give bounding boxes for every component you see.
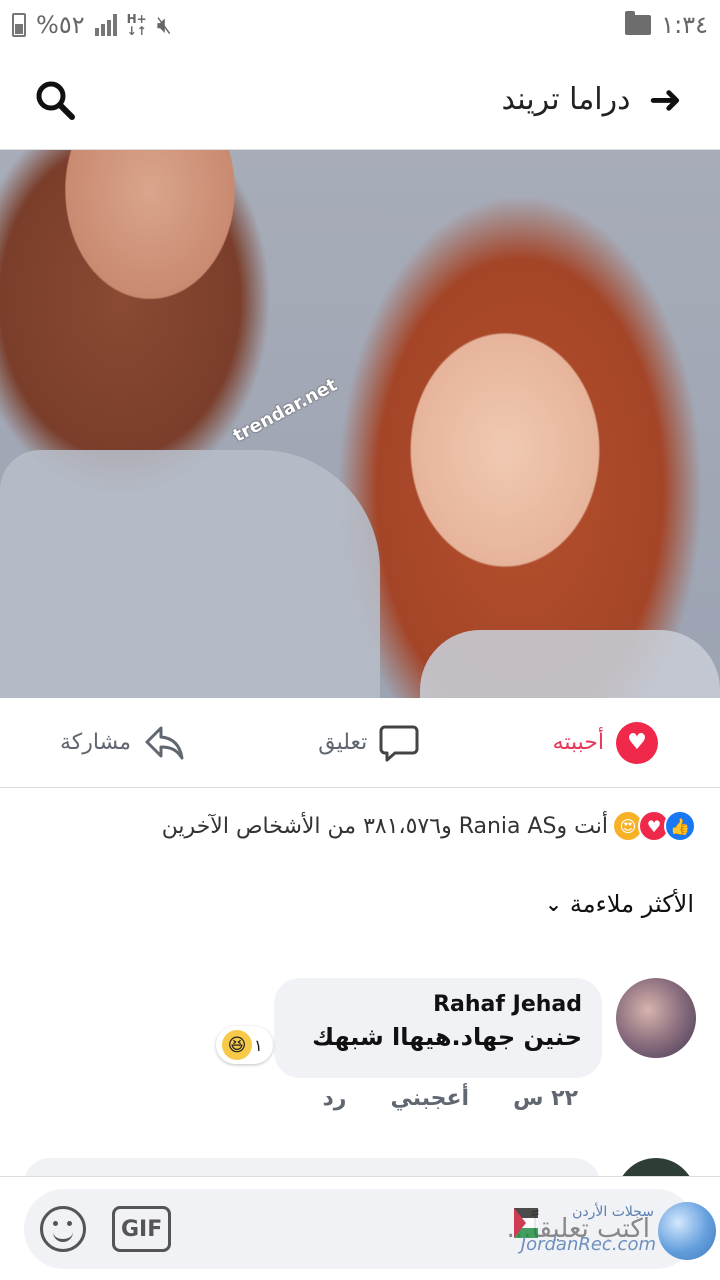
logo-text-bottom: JordanRec.com (520, 1234, 656, 1255)
haha-icon: 😆 (222, 1030, 252, 1060)
comment-sort-dropdown[interactable]: ⌄ الأكثر ملاءمة (545, 890, 694, 918)
photo-region-right (420, 630, 720, 698)
comment-reply-button[interactable]: رد (322, 1086, 346, 1111)
like-button[interactable]: أحببته ♥ (552, 721, 658, 764)
mute-icon: 🔇︎ (156, 11, 172, 39)
page-header: دراما تريند ➜ (0, 50, 720, 150)
comment: Rahaf Jehad حنين جهاد.هيهاا شبهك ١ 😆 ٢٢ … (16, 978, 696, 1118)
comment-icon (379, 725, 419, 761)
love-icon: ♥ (616, 721, 658, 764)
battery-icon (12, 13, 26, 37)
photo-watermark: trendar.net (229, 374, 341, 447)
header-title-group: دراما تريند ➜ (502, 77, 683, 123)
site-logo-watermark: سجلات الأردن JordanRec.com (506, 1200, 716, 1270)
post-actions: مشاركة تعليق أحببته ♥ (0, 698, 720, 788)
search-icon[interactable] (34, 79, 76, 121)
status-right: ١:٣٤ (625, 11, 708, 39)
comment-time: ٢٢ س (513, 1086, 578, 1111)
arrow-right-icon[interactable]: ➜ (648, 77, 682, 123)
logo-text-top: سجلات الأردن (572, 1204, 654, 1220)
folder-icon (625, 11, 652, 35)
comment-text: حنين جهاد.هيهاا شبهك (312, 1023, 582, 1051)
like-label: أحببته (552, 730, 604, 755)
comment-bubble[interactable]: Rahaf Jehad حنين جهاد.هيهاا شبهك (274, 978, 602, 1078)
signal-icon (94, 14, 117, 36)
comment-author[interactable]: Rahaf Jehad (294, 992, 582, 1017)
comment-composer-bar: GIF اكتب تعليقاً... سجلات الأردن JordanR… (0, 1176, 720, 1280)
status-left: %٥٢ H+ ↓↑ 🔇︎ (12, 11, 172, 39)
photo-region-left (0, 450, 380, 698)
share-icon (145, 726, 184, 759)
status-bar: %٥٢ H+ ↓↑ 🔇︎ ١:٣٤ (0, 0, 720, 50)
post-photo[interactable]: trendar.net (0, 150, 720, 698)
battery-percent: %٥٢ (36, 11, 85, 39)
share-button[interactable]: مشاركة (60, 724, 185, 762)
comment-reaction-count: ١ (254, 1035, 263, 1055)
network-type: H+ ↓↑ (126, 12, 147, 38)
like-icon: 👍 (664, 810, 696, 842)
share-label: مشاركة (60, 730, 132, 755)
avatar[interactable] (616, 978, 696, 1058)
clock: ١:٣٤ (661, 11, 708, 39)
page-title: دراما تريند (501, 82, 631, 117)
reaction-icons: 😍 ♥ 👍 (612, 810, 696, 842)
comment-meta: ٢٢ س أعجبني رد (322, 1086, 578, 1111)
sort-label: الأكثر ملاءمة (569, 890, 694, 918)
reactions-summary-text: أنت وRania AS و٣٨١،٥٧٦ من الأشخاص الآخري… (161, 813, 608, 839)
comment-reaction-badge[interactable]: ١ 😆 (216, 1026, 273, 1064)
globe-icon (658, 1202, 716, 1260)
comment-button[interactable]: تعليق (318, 724, 419, 762)
comment-like-button[interactable]: أعجبني (390, 1086, 469, 1111)
chevron-down-icon: ⌄ (545, 892, 562, 916)
emoji-icon[interactable] (40, 1206, 86, 1252)
reactions-summary[interactable]: 😍 ♥ 👍 أنت وRania AS و٣٨١،٥٧٦ من الأشخاص … (162, 810, 696, 842)
comment-label: تعليق (318, 730, 368, 755)
gif-button[interactable]: GIF (112, 1206, 172, 1252)
